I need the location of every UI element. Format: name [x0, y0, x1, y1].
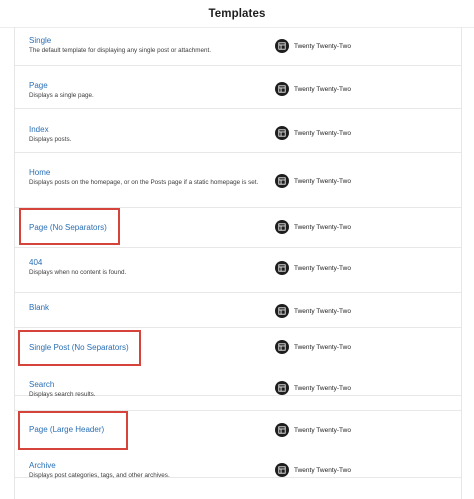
template-name-link[interactable]: Index — [29, 125, 49, 134]
theme-name: Twenty Twenty-Two — [294, 426, 351, 434]
template-row: Home Displays posts on the homepage, or … — [15, 153, 461, 208]
template-theme: Twenty Twenty-Two — [275, 82, 351, 96]
layout-icon — [275, 220, 289, 234]
layout-icon — [275, 126, 289, 140]
template-description: Displays search results. — [29, 391, 96, 398]
template-name-link[interactable]: Single — [29, 36, 51, 45]
layout-icon — [275, 463, 289, 477]
template-description: Displays when no content is found. — [29, 269, 127, 276]
theme-name: Twenty Twenty-Two — [294, 343, 351, 351]
template-theme: Twenty Twenty-Two — [275, 340, 351, 354]
layout-icon — [275, 174, 289, 188]
layout-icon — [275, 39, 289, 53]
template-theme: Twenty Twenty-Two — [275, 381, 351, 395]
template-theme: Twenty Twenty-Two — [275, 39, 351, 53]
template-row: 404 Displays when no content is found. T… — [15, 248, 461, 293]
template-theme: Twenty Twenty-Two — [275, 463, 351, 477]
template-description: Displays post categories, tags, and othe… — [29, 472, 170, 479]
layout-icon — [275, 340, 289, 354]
template-name-link[interactable]: Page (No Separators) — [29, 223, 107, 232]
template-name-link[interactable]: Archive — [29, 461, 56, 470]
template-description: Displays a single page. — [29, 92, 94, 99]
template-name-link[interactable]: Page — [29, 81, 48, 90]
template-row: Page (No Separators) Twenty Twenty-Two — [15, 208, 461, 248]
page-header: Templates — [0, 0, 474, 28]
theme-name: Twenty Twenty-Two — [294, 177, 351, 185]
layout-icon — [275, 304, 289, 318]
template-name-link[interactable]: Blank — [29, 303, 49, 312]
template-theme: Twenty Twenty-Two — [275, 126, 351, 140]
template-row: Page Displays a single page. Twenty Twen… — [15, 66, 461, 109]
layout-icon — [275, 261, 289, 275]
template-description: Displays posts. — [29, 136, 72, 143]
theme-name: Twenty Twenty-Two — [294, 384, 351, 392]
template-theme: Twenty Twenty-Two — [275, 304, 351, 318]
template-theme: Twenty Twenty-Two — [275, 174, 351, 188]
template-name-link[interactable]: Single Post (No Separators) — [29, 343, 129, 352]
template-name-link[interactable]: Search — [29, 380, 54, 389]
template-name-link[interactable]: Page (Large Header) — [29, 425, 104, 434]
theme-name: Twenty Twenty-Two — [294, 264, 351, 272]
theme-name: Twenty Twenty-Two — [294, 466, 351, 474]
template-row: Index Displays posts. Twenty Twenty-Two — [15, 109, 461, 153]
layout-icon — [275, 381, 289, 395]
theme-name: Twenty Twenty-Two — [294, 85, 351, 93]
template-row: Search Displays search results. Twenty T… — [15, 378, 461, 411]
layout-icon — [275, 82, 289, 96]
template-theme: Twenty Twenty-Two — [275, 261, 351, 275]
template-theme: Twenty Twenty-Two — [275, 220, 351, 234]
layout-icon — [275, 423, 289, 437]
template-row: Blank Twenty Twenty-Two — [15, 293, 461, 328]
theme-name: Twenty Twenty-Two — [294, 42, 351, 50]
theme-name: Twenty Twenty-Two — [294, 223, 351, 231]
templates-list: Single The default template for displayi… — [14, 27, 462, 499]
template-row: Single The default template for displayi… — [15, 27, 461, 66]
template-theme: Twenty Twenty-Two — [275, 423, 351, 437]
template-row: Archive Displays post categories, tags, … — [15, 460, 461, 499]
template-description: Displays posts on the homepage, or on th… — [29, 179, 259, 186]
template-description: The default template for displaying any … — [29, 47, 212, 54]
page-title: Templates — [208, 7, 266, 20]
template-name-link[interactable]: 404 — [29, 258, 42, 267]
theme-name: Twenty Twenty-Two — [294, 129, 351, 137]
theme-name: Twenty Twenty-Two — [294, 307, 351, 315]
template-name-link[interactable]: Home — [29, 168, 50, 177]
